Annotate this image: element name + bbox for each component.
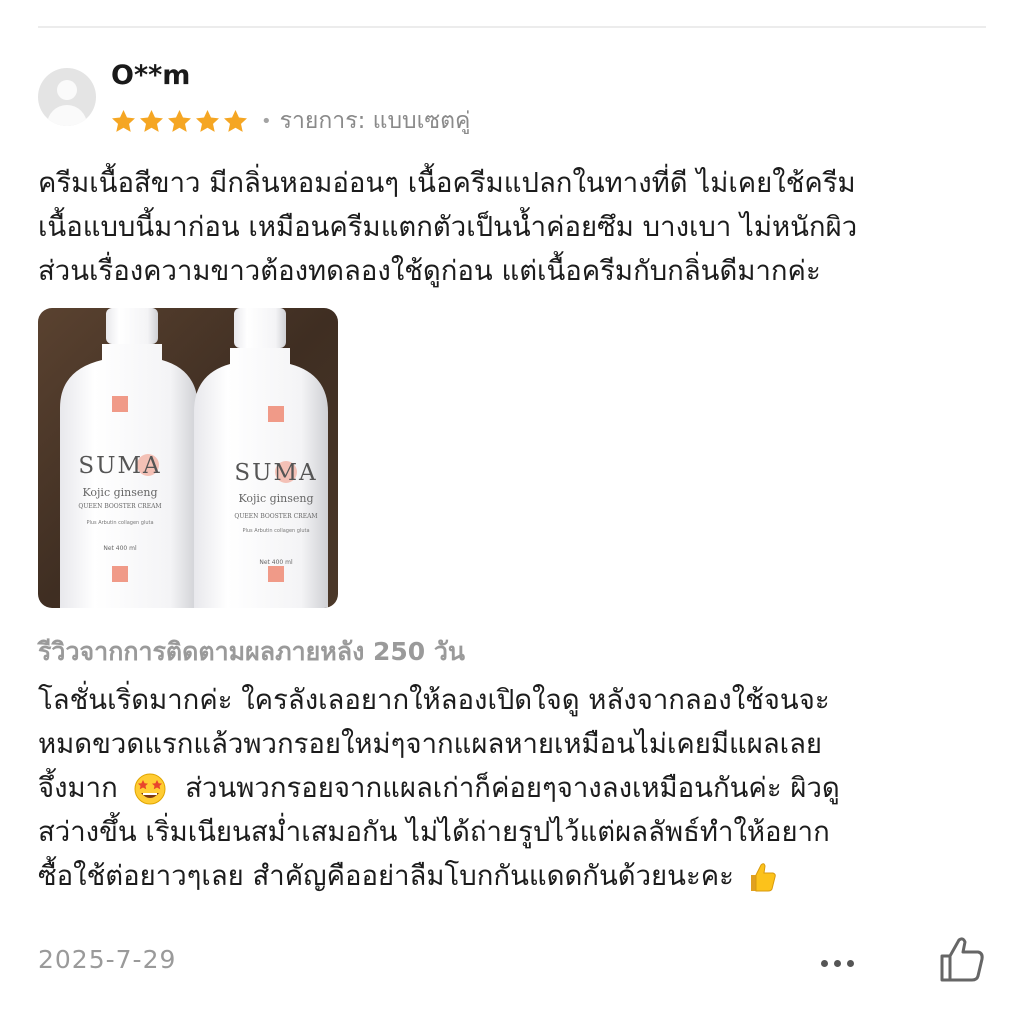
followup-text-line-with-emoji: ซื้อใช้ต่อยาวๆเลย สำคัญคืออย่าลืมโบกกันแ… [38,854,779,898]
separator-dot: • [261,110,272,132]
bottle-product-sub: Plus Arbutin collagen gluta [86,520,153,526]
thumbs-up-emoji [750,863,776,892]
rating-row: • รายการ: แบบเซตคู่ [110,104,470,138]
review-date: 2025-7-29 [38,945,177,974]
variant-label: รายการ: แบบเซตคู่ [279,108,471,134]
review-text-line: ส่วนเรื่องความขาวต้องทดลองใช้ดูก่อน แต่เ… [38,255,821,287]
bottle-net: Net 400 ml [259,559,293,566]
avatar-placeholder-icon [57,80,77,100]
followup-text-segment: จึ้งมาก [38,772,118,804]
followup-text-line: โลชั่นเริ่ดมากค่ะ ใครลังเลอยากให้ลองเปิด… [38,684,830,716]
reviewer-name: O**m [111,60,191,91]
like-icon[interactable] [936,934,988,986]
followup-text-line-with-emoji: จึ้งมาก ส่วนพวกรอยจากแผลเก่าก็ค่อยๆจางลง… [38,766,840,810]
bottle-line: Kojic ginseng [82,486,157,499]
bottle-product-name: QUEEN BOOSTER CREAM [234,513,317,520]
more-dots-icon [820,959,828,967]
bottle-product-name: QUEEN BOOSTER CREAM [78,503,161,510]
bottle-line: Kojic ginseng [238,492,313,505]
followup-title: รีวิวจากการติดตามผลภายหลัง 250 วัน [38,637,466,666]
bottle-brand: SUMA [234,460,317,486]
bottle-brand: SUMA [78,453,161,479]
review-text-line: ครีมเนื้อสีขาว มีกลิ่นหอมอ่อนๆ เนื้อครีม… [38,167,856,199]
star-icon [112,109,135,132]
user-avatar[interactable] [38,68,96,126]
bottle-net: Net 400 ml [103,545,137,552]
product-photo-illustration: SUMA Kojic ginseng QUEEN BOOSTER CREAM P… [38,308,338,608]
more-options-button[interactable] [812,948,862,978]
star-icon [224,109,247,132]
star-rating [110,108,249,135]
followup-text-line: สว่างขึ้น เริ่มเนียนสม่ำเสมอกัน ไม่ได้ถ่… [38,816,830,848]
top-divider [38,26,986,28]
bottle-product-sub: Plus Arbutin collagen gluta [242,528,309,534]
star-struck-emoji [134,773,166,805]
review-photo[interactable]: SUMA Kojic ginseng QUEEN BOOSTER CREAM P… [38,308,338,608]
star-icon [140,109,163,132]
followup-text-segment: ซื้อใช้ต่อยาวๆเลย สำคัญคืออย่าลืมโบกกันแ… [38,860,734,892]
star-icon [168,109,191,132]
followup-text-line: หมดขวดแรกแล้วพวกรอยใหม่ๆจากแผลหายเหมือนไ… [38,728,823,760]
review-text-line: เนื้อแบบนี้มาก่อน เหมือนครีมแตกตัวเป็นน้… [38,211,858,243]
star-icon [196,109,219,132]
followup-text-segment: ส่วนพวกรอยจากแผลเก่าก็ค่อยๆจางลงเหมือนกั… [185,772,840,804]
